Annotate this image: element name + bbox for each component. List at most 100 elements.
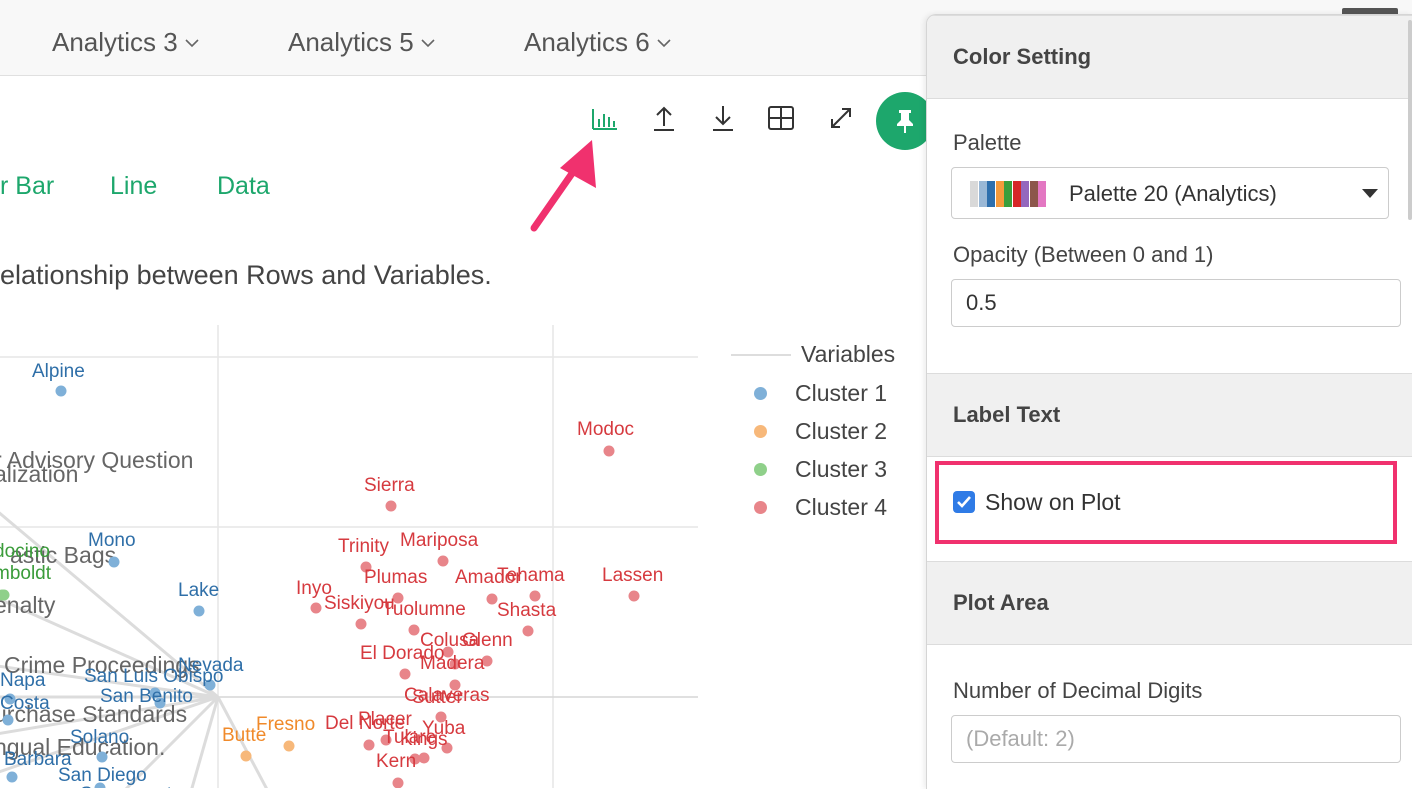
palette-label: Palette bbox=[953, 130, 1022, 155]
section-plot-area[interactable]: Plot Area bbox=[927, 561, 1412, 645]
data-point bbox=[2, 714, 14, 726]
data-point bbox=[437, 555, 449, 567]
legend-dot bbox=[754, 463, 767, 476]
point-label: mboldt bbox=[0, 563, 52, 584]
point-label: Mariposa bbox=[400, 530, 479, 551]
data-point bbox=[603, 445, 615, 457]
point-label: San Benito bbox=[100, 686, 193, 707]
section-title: Color Setting bbox=[953, 44, 1092, 69]
legend-line bbox=[731, 354, 791, 356]
section-title: Plot Area bbox=[953, 590, 1049, 615]
data-point bbox=[55, 385, 67, 397]
data-point bbox=[193, 605, 205, 617]
section-label-text[interactable]: Label Text bbox=[927, 373, 1412, 457]
palette-value: Palette 20 (Analytics) bbox=[1069, 181, 1277, 206]
legend-dot bbox=[754, 501, 767, 514]
data-point bbox=[628, 590, 640, 602]
data-point bbox=[283, 740, 295, 752]
data-point bbox=[522, 625, 534, 637]
point-label: Glenn bbox=[462, 630, 513, 651]
palette-swatch bbox=[987, 181, 995, 207]
palette-swatch bbox=[995, 181, 1004, 207]
data-point bbox=[486, 593, 498, 605]
palette-swatch bbox=[1021, 181, 1029, 207]
tab-label: Analytics 6 bbox=[524, 27, 650, 57]
data-point bbox=[418, 752, 430, 764]
data-point bbox=[96, 751, 108, 763]
point-label: San Diego bbox=[58, 765, 147, 786]
decimal-digits-label: Number of Decimal Digits bbox=[953, 678, 1203, 703]
point-label: Modoc bbox=[577, 419, 634, 440]
show-on-plot-label[interactable]: Show on Plot bbox=[985, 489, 1121, 516]
palette-swatch bbox=[1038, 181, 1046, 207]
legend-dot bbox=[754, 387, 767, 400]
tab-label: Analytics 3 bbox=[52, 27, 178, 57]
point-label: Sutter bbox=[412, 687, 463, 708]
legend-label: Cluster 2 bbox=[795, 418, 888, 444]
legend-dot bbox=[754, 425, 767, 438]
legend-item-cluster-4[interactable]: Cluster 4 bbox=[754, 494, 887, 521]
point-label: Shasta bbox=[497, 600, 557, 621]
opacity-input[interactable] bbox=[951, 279, 1401, 327]
palette-swatch bbox=[1012, 181, 1021, 207]
tab-analytics-5[interactable]: Analytics 5 bbox=[288, 27, 436, 58]
pin-icon bbox=[897, 110, 913, 133]
data-point bbox=[385, 500, 397, 512]
upload-icon[interactable] bbox=[647, 101, 681, 135]
point-label: Sierra bbox=[364, 475, 415, 496]
data-point bbox=[408, 624, 420, 636]
expand-icon[interactable] bbox=[824, 101, 858, 135]
palette-swatch bbox=[978, 181, 987, 207]
decimal-digits-input[interactable] bbox=[951, 715, 1401, 763]
legend-title: Variables bbox=[801, 341, 896, 367]
subtab-bar[interactable]: r Bar bbox=[0, 172, 54, 201]
section-color-setting[interactable]: Color Setting bbox=[927, 15, 1412, 99]
chevron-down-icon bbox=[185, 38, 199, 47]
point-label: Plumas bbox=[364, 567, 427, 588]
download-icon[interactable] bbox=[706, 101, 740, 135]
point-label: Costa bbox=[0, 693, 50, 714]
data-point bbox=[6, 771, 18, 783]
tab-analytics-6[interactable]: Analytics 6 bbox=[524, 27, 672, 58]
data-point bbox=[399, 668, 411, 680]
tab-label: Analytics 5 bbox=[288, 27, 414, 57]
legend-label: Cluster 1 bbox=[795, 380, 888, 406]
palette-swatch bbox=[970, 181, 978, 207]
subtab-line[interactable]: Line bbox=[110, 172, 157, 201]
settings-panel: Color Setting Palette Palette 20 (Analyt… bbox=[926, 14, 1412, 789]
point-label: Mono bbox=[88, 530, 136, 551]
data-point bbox=[108, 556, 120, 568]
point-label: Lake bbox=[178, 580, 219, 601]
point-label: docino bbox=[0, 541, 50, 562]
data-point bbox=[240, 750, 252, 762]
legend-item-cluster-1[interactable]: Cluster 1 bbox=[754, 380, 887, 407]
point-label: Madera bbox=[420, 653, 485, 674]
legend-item-cluster-3[interactable]: Cluster 3 bbox=[754, 456, 887, 483]
legend-item-cluster-2[interactable]: Cluster 2 bbox=[754, 418, 887, 445]
point-label: Solano bbox=[70, 727, 129, 748]
tab-analytics-3[interactable]: Analytics 3 bbox=[52, 27, 200, 58]
opacity-label: Opacity (Between 0 and 1) bbox=[953, 242, 1214, 267]
palette-swatch bbox=[1029, 181, 1038, 207]
caret-down-icon bbox=[1362, 189, 1378, 198]
data-point bbox=[392, 777, 404, 788]
point-label: Sacramento bbox=[80, 784, 182, 788]
point-label: Tuolumne bbox=[382, 599, 466, 620]
annotation-arrow bbox=[530, 140, 596, 232]
point-label: Napa bbox=[0, 670, 46, 691]
panel-scrollbar[interactable] bbox=[1408, 20, 1412, 220]
show-on-plot-checkbox[interactable] bbox=[953, 491, 975, 513]
point-label: Kings bbox=[400, 729, 448, 750]
data-point bbox=[355, 618, 367, 630]
point-label: Butte bbox=[222, 725, 266, 746]
table-icon[interactable] bbox=[764, 101, 798, 135]
subtab-data[interactable]: Data bbox=[217, 172, 270, 201]
chevron-down-icon bbox=[421, 38, 435, 47]
palette-select[interactable]: Palette 20 (Analytics) bbox=[951, 167, 1389, 219]
point-label: Tehama bbox=[497, 565, 565, 586]
section-title: Label Text bbox=[953, 402, 1061, 427]
point-label: Trinity bbox=[338, 536, 390, 557]
point-label: Kern bbox=[376, 751, 416, 772]
scatter-plot: r Advisory Question alization astic Bags en… bbox=[0, 325, 700, 788]
point-label: Alpine bbox=[32, 361, 85, 382]
